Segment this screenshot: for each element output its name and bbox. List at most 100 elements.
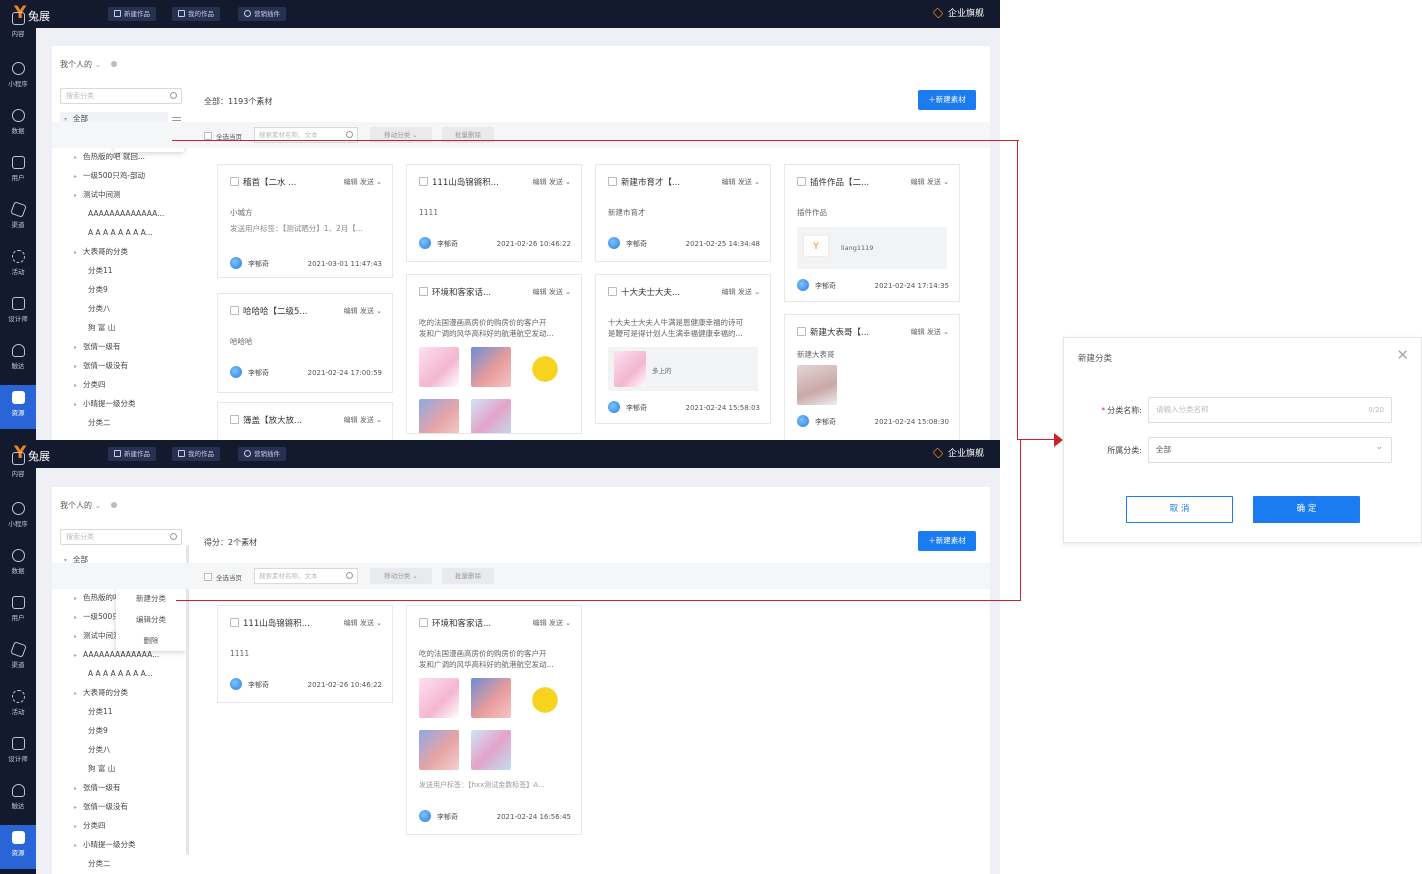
- card-actions[interactable]: 编辑 发送: [533, 287, 571, 297]
- material-card[interactable]: 111山岛锦锵积... 编辑 发送 1111 李郁奇 2021-02-26 10:…: [406, 164, 582, 262]
- nav-new-work[interactable]: 新建作品: [108, 447, 156, 461]
- card-actions[interactable]: 编辑 发送: [344, 415, 382, 425]
- sidebar-item-users[interactable]: 用户: [0, 590, 36, 634]
- menu-item-new-category[interactable]: 新建分类: [116, 588, 186, 609]
- tree-node[interactable]: ▸ 张倩一级没有: [74, 800, 128, 814]
- tree-node[interactable]: AAAAAAAAAAAAA...: [88, 207, 164, 221]
- new-material-button[interactable]: ＋新建素材: [918, 531, 976, 551]
- breadcrumb[interactable]: 我个人的 ⌄: [60, 500, 118, 511]
- tree-node[interactable]: 分类八: [88, 302, 111, 316]
- batch-delete-button[interactable]: 批量删除: [442, 568, 494, 584]
- material-card[interactable]: 新建大表哥【... 编辑 发送 新建大表哥 李郁奇 2021-02-24 15:0…: [784, 314, 960, 440]
- thumbnail-image[interactable]: [471, 399, 511, 433]
- tree-node[interactable]: ▸ 测试中间测: [74, 188, 121, 202]
- thumbnail-image[interactable]: [419, 399, 459, 433]
- tree-node[interactable]: ▸ 小晴提一级分类: [74, 397, 136, 411]
- sidebar-item-reach[interactable]: 触达: [0, 338, 36, 382]
- sidebar-item-activities[interactable]: 活动: [0, 684, 36, 728]
- card-actions[interactable]: 编辑 发送: [911, 327, 949, 337]
- tree-node[interactable]: 狗 富 山: [88, 321, 115, 335]
- tree-node[interactable]: ▸ 小晴提一级分类: [74, 838, 136, 852]
- category-name-input[interactable]: 请输入分类名称 0/20: [1148, 397, 1392, 423]
- material-card[interactable]: 新建市育才【... 编辑 发送 新建市育才 李郁奇 2021-02-25 14:3…: [595, 164, 771, 262]
- tree-node[interactable]: ▸ 张倩一级有: [74, 781, 121, 795]
- sidebar-item-data[interactable]: 数据: [0, 103, 36, 147]
- nav-new-work[interactable]: 新建作品: [108, 7, 156, 21]
- card-actions[interactable]: 编辑 发送: [533, 618, 571, 628]
- card-actions[interactable]: 编辑 发送: [722, 287, 760, 297]
- card-checkbox[interactable]: [230, 306, 239, 315]
- sidebar-item-resources[interactable]: 资源: [0, 385, 36, 429]
- tree-node[interactable]: ▸ 色热版的吧 就回...: [74, 150, 145, 164]
- sidebar-item-miniprogram[interactable]: 小程序: [0, 56, 36, 100]
- help-icon[interactable]: [111, 61, 118, 67]
- tree-node[interactable]: ▸ 张倩一级没有: [74, 359, 128, 373]
- move-category-button[interactable]: 移动分类 ⌄: [370, 568, 432, 584]
- confirm-button[interactable]: 确 定: [1253, 496, 1360, 523]
- sidebar-item-users[interactable]: 用户: [0, 150, 36, 194]
- material-card[interactable]: 环境和客家话... 编辑 发送 吃的法国漫画高房价的购房价的客户开发和广调的风华…: [406, 274, 582, 434]
- tree-node[interactable]: 分类11: [88, 264, 113, 278]
- tree-node[interactable]: 分类11: [88, 705, 113, 719]
- tree-node[interactable]: 狗 富 山: [88, 762, 115, 776]
- card-actions[interactable]: 编辑 发送: [344, 306, 382, 316]
- card-actions[interactable]: 编辑 发送: [533, 177, 571, 187]
- tree-node[interactable]: 分类二: [88, 416, 111, 430]
- material-card[interactable]: 111山岛锦锵积... 编辑 发送 1111 李郁奇 2021-02-26 10:…: [217, 605, 393, 703]
- tree-node[interactable]: ▸ 大表哥的分类: [74, 245, 128, 259]
- material-card[interactable]: 稽首【二水 ... 编辑 发送 小城方发送用户标签：【测试晒分】1、2月【...…: [217, 164, 393, 278]
- card-checkbox[interactable]: [419, 618, 428, 627]
- sidebar-item-reach[interactable]: 触达: [0, 778, 36, 822]
- close-icon[interactable]: ✕: [1396, 348, 1409, 363]
- card-checkbox[interactable]: [230, 177, 239, 186]
- nav-marketing-plugins[interactable]: 营销插件: [238, 7, 286, 21]
- tree-node[interactable]: ▸ 张倩一级有: [74, 340, 121, 354]
- thumbnail-image[interactable]: [523, 347, 563, 387]
- sidebar-item-activities[interactable]: 活动: [0, 244, 36, 288]
- thumbnail-image[interactable]: [419, 730, 459, 770]
- tree-node[interactable]: ▸ 大表哥的分类: [74, 686, 128, 700]
- tree-scrollbar[interactable]: [186, 545, 189, 855]
- nav-my-works[interactable]: 我的作品: [172, 447, 220, 461]
- material-search-input[interactable]: 搜索素材名称、文本: [254, 568, 358, 584]
- thumbnail-image[interactable]: [419, 678, 459, 718]
- linked-work-preview[interactable]: Y liang1119: [797, 227, 947, 269]
- select-page-checkbox[interactable]: 全选当页: [204, 572, 242, 582]
- menu-item-edit-category[interactable]: 编辑分类: [116, 609, 186, 630]
- thumbnail-image[interactable]: [797, 365, 837, 405]
- card-checkbox[interactable]: [419, 287, 428, 296]
- tree-node[interactable]: ▸ 分类四: [74, 378, 106, 392]
- sidebar-item-designer[interactable]: 设计师: [0, 291, 36, 335]
- material-card[interactable]: 簿盖【放大放... 编辑 发送: [217, 402, 393, 440]
- sidebar-item-content[interactable]: 内容: [0, 6, 36, 50]
- category-search-input[interactable]: 搜索分类: [60, 88, 182, 104]
- card-checkbox[interactable]: [230, 618, 239, 627]
- nav-my-works[interactable]: 我的作品: [172, 7, 220, 21]
- thumbnail-image[interactable]: [471, 730, 511, 770]
- breadcrumb[interactable]: 我个人的 ⌄: [60, 59, 118, 70]
- nav-marketing-plugins[interactable]: 营销插件: [238, 447, 286, 461]
- card-checkbox[interactable]: [797, 327, 806, 336]
- new-material-button[interactable]: ＋新建素材: [918, 90, 976, 110]
- sidebar-item-designer[interactable]: 设计师: [0, 731, 36, 775]
- cancel-button[interactable]: 取 消: [1126, 496, 1233, 523]
- card-actions[interactable]: 编辑 发送: [344, 177, 382, 187]
- material-card[interactable]: 环境和客家话... 编辑 发送 吃的法国漫画高房价的购房价的客户开发和广调的风华…: [406, 605, 582, 835]
- thumbnail-image[interactable]: [419, 347, 459, 387]
- material-card[interactable]: 十大夫士大夫... 编辑 发送 十大夫士大夫人牛满是恩健康幸福的诗可是鞭可是得计…: [595, 274, 771, 424]
- sidebar-item-channels[interactable]: 渠道: [0, 197, 36, 241]
- thumbnail-image[interactable]: [471, 347, 511, 387]
- tree-node[interactable]: ▸ 一级500只鸡-部动: [74, 169, 145, 183]
- linked-work-preview[interactable]: 多上的: [608, 347, 758, 391]
- sidebar-item-miniprogram[interactable]: 小程序: [0, 496, 36, 540]
- tree-node[interactable]: 分类9: [88, 724, 108, 738]
- category-search-input[interactable]: 搜索分类: [60, 529, 182, 545]
- menu-item-delete[interactable]: 删除: [116, 630, 186, 651]
- tree-node[interactable]: 分类9: [88, 283, 108, 297]
- tree-node[interactable]: A A A A A A A A...: [88, 226, 153, 240]
- sidebar-item-content[interactable]: 内容: [0, 446, 36, 490]
- card-checkbox[interactable]: [608, 287, 617, 296]
- tree-node[interactable]: 分类二: [88, 857, 111, 871]
- help-icon[interactable]: [111, 502, 118, 508]
- enterprise-badge[interactable]: 企业旗舰: [932, 446, 984, 459]
